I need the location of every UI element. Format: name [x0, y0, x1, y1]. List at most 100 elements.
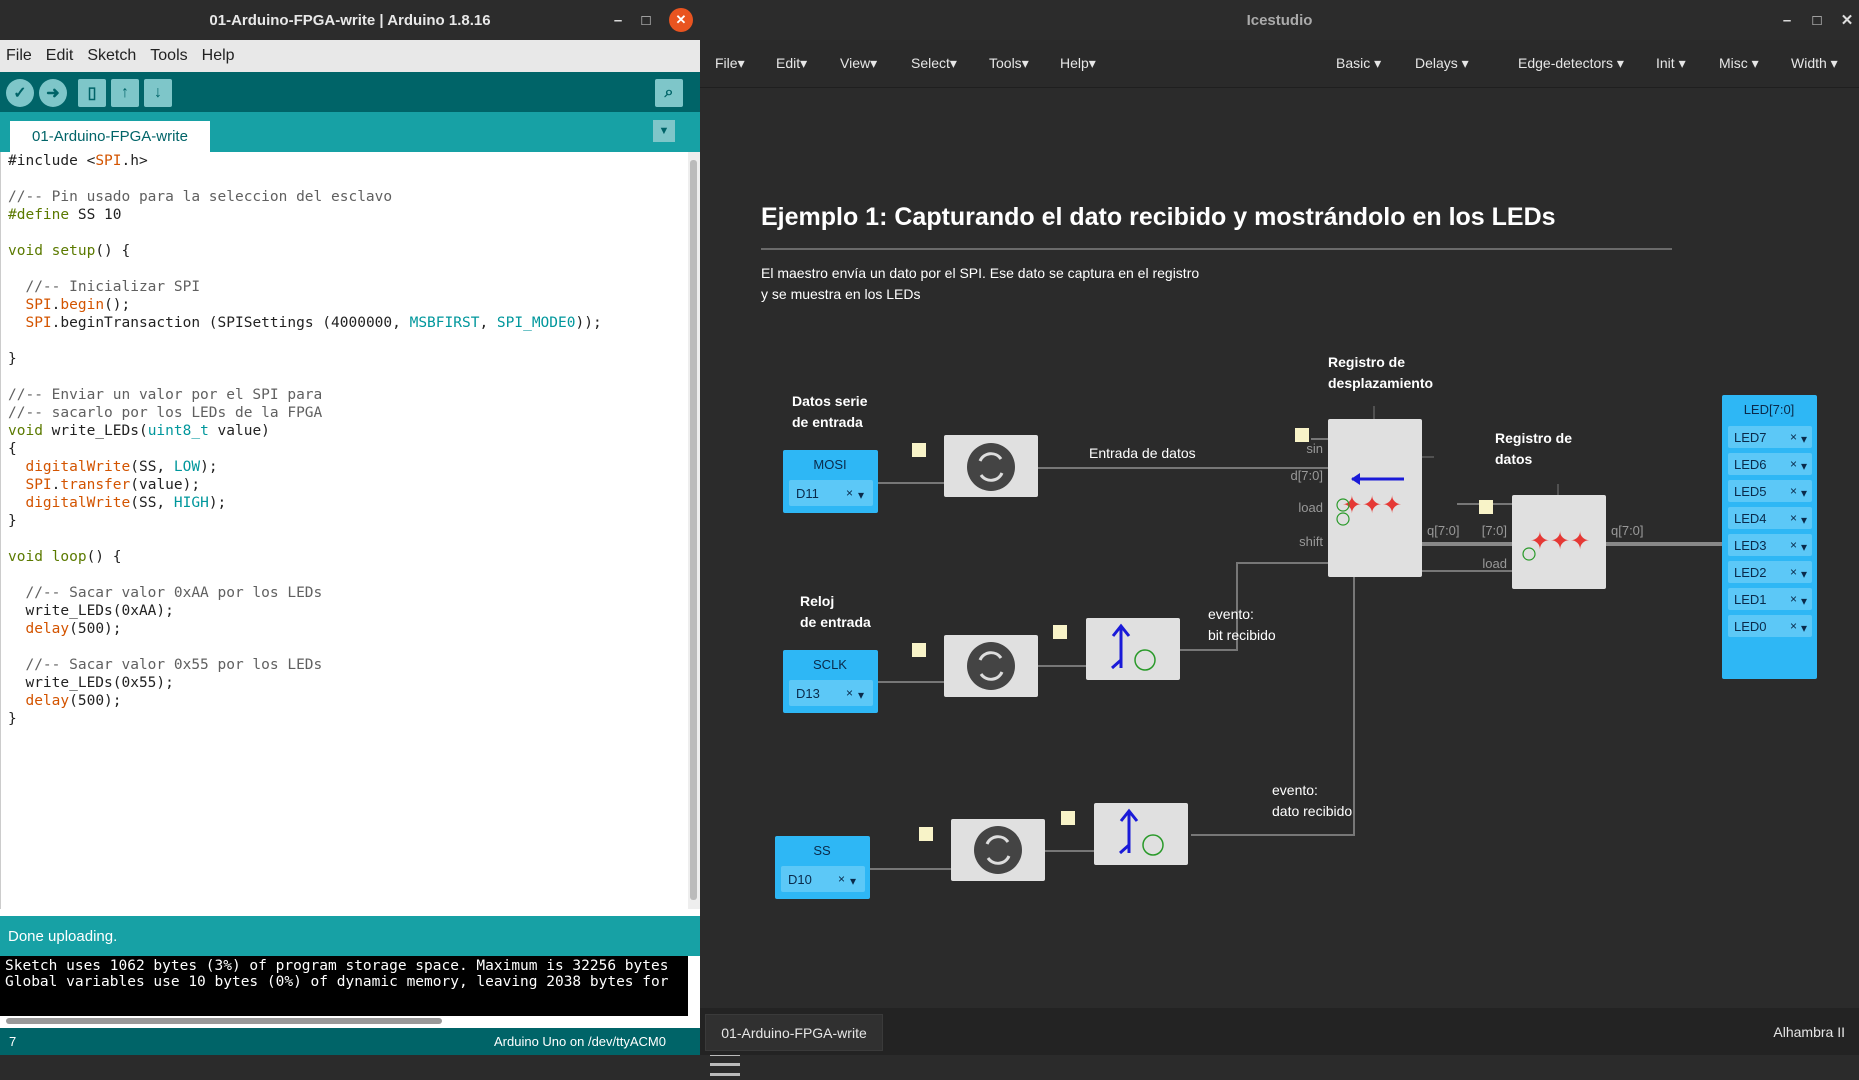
console-hscroll[interactable]: [6, 1018, 442, 1024]
verify-icon[interactable]: ✓: [6, 79, 34, 107]
tab-menu-button[interactable]: ▼: [653, 120, 675, 142]
input-sclk[interactable]: SCLK D13 × ▾: [783, 650, 878, 713]
dropdown-icon[interactable]: ▾: [1801, 459, 1807, 473]
menu-help[interactable]: Help: [202, 47, 235, 65]
data-register-block[interactable]: ✦✦✦ [7:0] load q[7:0]: [1479, 484, 1644, 589]
save-icon[interactable]: ↓: [144, 79, 172, 107]
clear-icon[interactable]: ×: [846, 486, 853, 500]
board-label[interactable]: Alhambra II: [1773, 1024, 1845, 1040]
menu-file[interactable]: File▾: [715, 55, 745, 72]
upload-icon[interactable]: ➜: [39, 79, 67, 107]
label-datos-serie: de entrada: [792, 414, 863, 430]
minimize-button[interactable]: –: [1775, 8, 1799, 32]
sync-block[interactable]: [919, 819, 1045, 881]
menu-delays[interactable]: Delays ▾: [1415, 55, 1469, 72]
clock-port[interactable]: [912, 443, 926, 457]
dropdown-icon[interactable]: ▾: [1801, 594, 1807, 608]
code-token: SPI_MODE0: [496, 315, 576, 331]
dropdown-icon[interactable]: ▾: [1801, 432, 1807, 446]
led-label: LED5: [1734, 484, 1767, 499]
code-editor[interactable]: #include <SPI.h> //-- Pin usado para la …: [0, 152, 688, 909]
menu-init[interactable]: Init ▾: [1656, 55, 1686, 72]
code-token: void: [8, 243, 43, 259]
sync-block[interactable]: [912, 435, 1038, 497]
clock-port[interactable]: [1295, 428, 1309, 442]
menu-tools[interactable]: Tools: [150, 47, 187, 65]
sketch-tab[interactable]: 01-Arduino-FPGA-write: [10, 121, 210, 152]
minimize-button[interactable]: –: [606, 8, 630, 32]
editor-scroll-thumb[interactable]: [690, 160, 697, 900]
clock-port[interactable]: [919, 827, 933, 841]
dropdown-icon[interactable]: ▾: [850, 874, 856, 888]
port-load: load: [1298, 500, 1323, 515]
console-line: Sketch uses 1062 bytes (3%) of program s…: [5, 958, 669, 974]
code-token: begin: [60, 297, 105, 313]
led-label: LED4: [1734, 511, 1767, 526]
clock-port[interactable]: [1061, 811, 1075, 825]
code-token: HIGH: [173, 495, 209, 511]
open-icon[interactable]: ↑: [111, 79, 139, 107]
circuit-canvas[interactable]: Ejemplo 1: Capturando el dato recibido y…: [700, 88, 1859, 1076]
clock-port[interactable]: [1479, 500, 1493, 514]
new-icon[interactable]: ▯: [78, 79, 106, 107]
menu-edit[interactable]: Edit▾: [776, 55, 807, 72]
menu-edge-detectors[interactable]: Edge-detectors ▾: [1518, 55, 1624, 72]
clear-icon[interactable]: ×: [1790, 619, 1797, 633]
clear-icon[interactable]: ×: [838, 872, 845, 886]
code-line: SPI.transfer(value);: [8, 476, 688, 494]
code-line: //-- Sacar valor 0x55 por los LEDs: [8, 656, 688, 674]
menu-help[interactable]: Help▾: [1060, 55, 1096, 72]
input-ss[interactable]: SS D10 × ▾: [775, 836, 870, 899]
code-token: ,: [479, 315, 497, 331]
port-q: q[7:0]: [1611, 523, 1644, 538]
menu-select[interactable]: Select▾: [911, 55, 957, 72]
dropdown-icon[interactable]: ▾: [1801, 540, 1807, 554]
menu-view[interactable]: View▾: [840, 55, 877, 72]
clear-icon[interactable]: ×: [1790, 511, 1797, 525]
maximize-button[interactable]: □: [1805, 8, 1829, 32]
clear-icon[interactable]: ×: [846, 686, 853, 700]
clear-icon[interactable]: ×: [1790, 484, 1797, 498]
maximize-button[interactable]: □: [634, 8, 658, 32]
output-led-block[interactable]: LED[7:0] LED7 × ▾ LED6 × ▾ LED5 × ▾ LED4 × ▾ LED3 × ▾ L…: [1722, 395, 1817, 679]
edge-detector-block[interactable]: [1053, 618, 1180, 680]
menu-width[interactable]: Width ▾: [1791, 55, 1838, 72]
close-button[interactable]: ✕: [669, 8, 693, 32]
dropdown-icon[interactable]: ▾: [858, 688, 864, 702]
clear-icon[interactable]: ×: [1790, 565, 1797, 579]
dropdown-icon[interactable]: ▾: [1801, 513, 1807, 527]
dropdown-icon[interactable]: ▾: [1801, 567, 1807, 581]
close-button[interactable]: ✕: [1835, 8, 1859, 32]
menu-file[interactable]: File: [6, 47, 32, 65]
project-tab[interactable]: 01-Arduino-FPGA-write: [705, 1014, 883, 1051]
label-reloj: Reloj: [800, 593, 834, 609]
clock-port[interactable]: [1053, 625, 1067, 639]
menu-misc[interactable]: Misc ▾: [1719, 55, 1759, 72]
sync-block[interactable]: [912, 635, 1038, 697]
clear-icon[interactable]: ×: [1790, 538, 1797, 552]
sync-icon: [967, 642, 1015, 690]
clear-icon[interactable]: ×: [1790, 457, 1797, 471]
menu-tools[interactable]: Tools▾: [989, 55, 1029, 72]
serial-monitor-icon[interactable]: ⌕: [655, 79, 683, 107]
code-token: (500);: [69, 693, 122, 709]
code-token: transfer: [60, 477, 131, 493]
dropdown-icon[interactable]: ▾: [1801, 621, 1807, 635]
shift-register-block[interactable]: ✦✦✦ sin d[7:0] load shift q[7:0]: [1290, 406, 1460, 577]
dropdown-icon[interactable]: ▾: [1801, 486, 1807, 500]
dropdown-icon[interactable]: ▾: [858, 488, 864, 502]
label-registro-datos: Registro de: [1495, 430, 1572, 446]
input-mosi[interactable]: MOSI D11 × ▾: [783, 450, 878, 513]
code-token: void: [8, 423, 43, 439]
clock-port[interactable]: [912, 643, 926, 657]
menu-basic[interactable]: Basic ▾: [1336, 55, 1381, 72]
clear-icon[interactable]: ×: [1790, 592, 1797, 606]
code-line: {: [8, 440, 688, 458]
clear-icon[interactable]: ×: [1790, 430, 1797, 444]
code-line: //-- Inicializar SPI: [8, 278, 688, 296]
menu-edit[interactable]: Edit: [46, 47, 74, 65]
edge-detector-block[interactable]: [1061, 803, 1188, 865]
menu-sketch[interactable]: Sketch: [87, 47, 136, 65]
